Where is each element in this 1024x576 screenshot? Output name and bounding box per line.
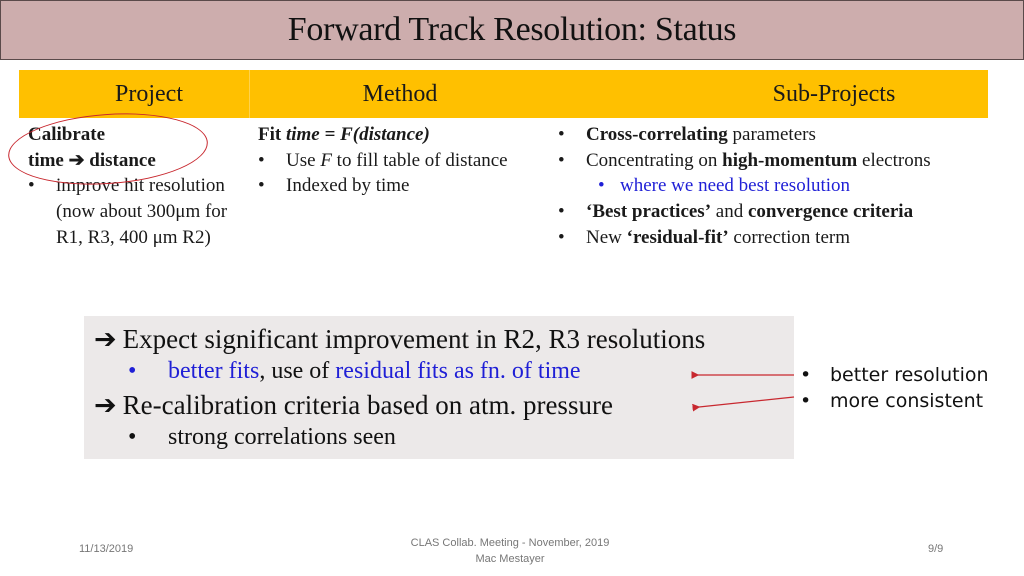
bullet-icon: • <box>598 175 605 197</box>
method-bullet-pre: Use <box>286 149 321 171</box>
fit-formula: time = F(distance) <box>285 124 430 145</box>
pointer-arrows <box>691 371 795 412</box>
fit-label: Fit <box>258 124 286 145</box>
subproject-text: ‘Best practices’ and convergence criteri… <box>586 199 913 225</box>
callout-text: , use of <box>259 358 336 384</box>
subproject-plain: Concentrating on <box>586 149 723 171</box>
bullet-icon: • <box>258 175 265 197</box>
method-bullet: • Indexed by time <box>258 173 518 199</box>
subproject-bold: ‘Best practices’ <box>586 201 712 223</box>
method-bullet-post: to fill table of distance <box>331 149 508 171</box>
subproject-plain: and <box>711 201 748 223</box>
method-bullet-italic: F <box>320 149 332 171</box>
project-line2: time ➔ distance <box>28 148 248 174</box>
subproject-tail: correction term <box>728 226 851 248</box>
subproject-item: • Cross-correlating parameters <box>558 122 1018 148</box>
side-note-item: • more consistent <box>800 388 989 414</box>
subproject-bold: convergence criteria <box>747 201 914 223</box>
footer-center: CLAS Collab. Meeting - November, 2019 Ma… <box>360 535 660 567</box>
subprojects-column: • Cross-correlating parameters • Concent… <box>558 122 1018 251</box>
bullet-icon: • <box>258 149 265 171</box>
footer-meeting: CLAS Collab. Meeting - November, 2019 <box>410 537 610 549</box>
method-bullet: • Use F to fill table of distance <box>258 148 518 174</box>
callout-line-correlations: • strong correlations seen <box>128 424 396 451</box>
callout-text: Re-calibration criteria based on atm. pr… <box>122 390 613 420</box>
side-note-text: better resolution <box>830 364 989 386</box>
subproject-item: • New ‘residual-fit’ correction term <box>558 225 1018 251</box>
subproject-item: • Concentrating on high-momentum electro… <box>558 148 1018 174</box>
bullet-icon: • <box>558 226 565 248</box>
side-note-text: more consistent <box>830 390 984 412</box>
title-bar: Forward Track Resolution: Status <box>0 0 1024 60</box>
table-header: Project Method Sub-Projects <box>19 70 988 118</box>
callout-blue-text: residual fits as fn. of time <box>335 358 581 384</box>
method-bullet-text: Indexed by time <box>286 175 410 197</box>
bullet-icon: • <box>800 390 812 412</box>
right-arrow-icon: ➔ <box>94 390 117 420</box>
subproject-bold: high-momentum <box>722 149 858 171</box>
right-arrow-icon: ➔ <box>68 149 85 171</box>
side-notes: • better resolution • more consistent <box>800 362 989 414</box>
header-project: Project <box>19 70 250 118</box>
subproject-text: New ‘residual-fit’ correction term <box>586 225 850 251</box>
bullet-icon: • <box>128 424 137 450</box>
callout-box: ➔ Expect significant improvement in R2, R… <box>84 316 794 459</box>
subproject-bold: ‘residual-fit’ <box>626 226 729 248</box>
bullet-icon: • <box>28 175 35 197</box>
subproject-text: Cross-correlating parameters <box>586 122 816 148</box>
footer-author: Mac Mestayer <box>475 553 545 565</box>
footer-date: 11/13/2019 <box>79 543 134 555</box>
subproject-bold: Cross-correlating <box>586 124 728 145</box>
callout-text: strong correlations seen <box>168 424 396 450</box>
subproject-text: Concentrating on high-momentum electrons <box>586 148 931 174</box>
arrow-to-recalibration <box>692 396 795 412</box>
callout-line-recalibration: ➔ Re-calibration criteria based on atm. p… <box>94 390 613 421</box>
header-method: Method <box>362 80 438 107</box>
project-time-text: time <box>28 149 69 171</box>
header-subprojects: Sub-Projects <box>772 80 896 107</box>
project-bullet: • improve hit resolution (now about 300μ… <box>28 173 248 250</box>
right-arrow-icon: ➔ <box>94 324 117 354</box>
side-note-item: • better resolution <box>800 362 989 388</box>
bullet-icon: • <box>128 358 137 384</box>
slide-title: Forward Track Resolution: Status <box>287 11 737 48</box>
bullet-icon: • <box>558 149 565 171</box>
footer-page-number: 9/9 <box>928 543 944 555</box>
project-bullet-text: improve hit resolution (now about 300μm … <box>56 175 228 248</box>
subproject-subitem-text: where we need best resolution <box>620 175 851 197</box>
subproject-plain: New <box>586 226 627 248</box>
project-line1: Calibrate <box>28 124 106 145</box>
project-distance-text: distance <box>84 149 156 171</box>
callout-blue-text: better fits <box>168 358 260 384</box>
bullet-icon: • <box>558 201 565 223</box>
method-bullet-text: Use F to fill table of distance <box>286 148 508 174</box>
bullet-icon: • <box>800 364 812 386</box>
subproject-subitem: • where we need best resolution <box>598 173 1018 199</box>
callout-text: Expect significant improvement in R2, R3… <box>122 324 706 354</box>
callout-line-fits: • better fits, use of residual fits as fn… <box>128 358 581 385</box>
subproject-tail: electrons <box>857 149 931 171</box>
subproject-plain: parameters <box>727 124 816 145</box>
method-column: Fit time = F(distance) • Use F to fill t… <box>258 122 518 199</box>
project-column: Calibrate time ➔ distance • improve hit … <box>28 122 248 251</box>
bullet-icon: • <box>558 124 565 145</box>
subproject-item: • ‘Best practices’ and convergence crite… <box>558 199 1018 225</box>
callout-line-expect: ➔ Expect significant improvement in R2, R… <box>94 324 705 355</box>
method-fit-line: Fit time = F(distance) <box>258 122 518 148</box>
